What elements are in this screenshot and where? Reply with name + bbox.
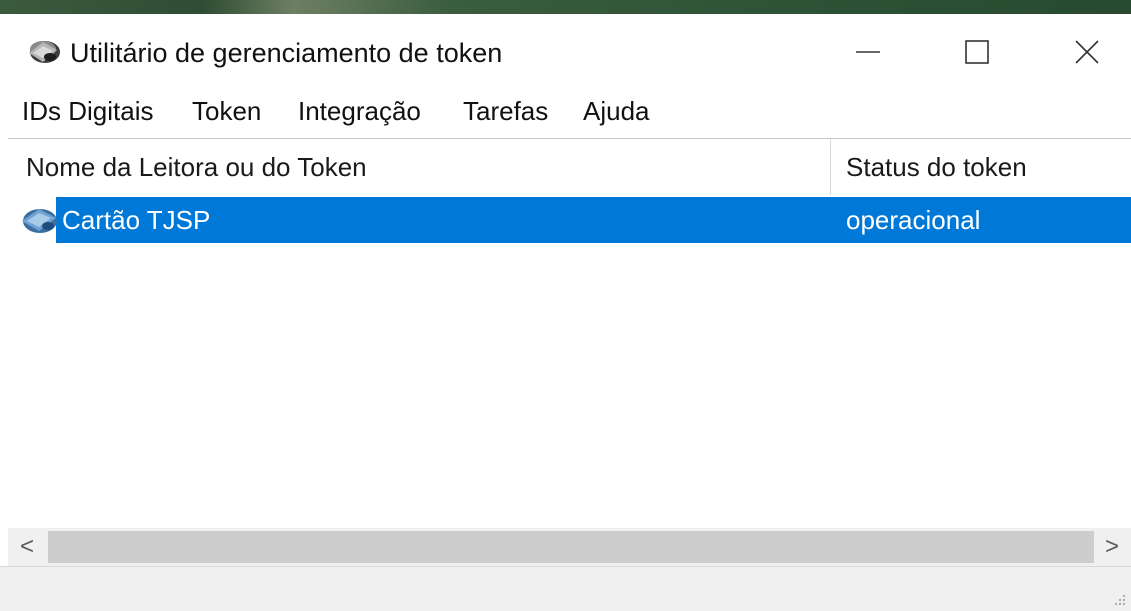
minimize-button[interactable] xyxy=(826,22,910,82)
menu-ids-digitais[interactable]: IDs Digitais xyxy=(22,94,153,129)
window-title: Utilitário de gerenciamento de token xyxy=(70,38,503,68)
resize-grip-icon[interactable] xyxy=(1113,593,1127,607)
token-card-icon xyxy=(22,209,57,233)
menu-bar: IDs Digitais Token Integração Tarefas Aj… xyxy=(0,88,1131,134)
horizontal-scrollbar[interactable]: < > xyxy=(8,528,1131,566)
maximize-button[interactable] xyxy=(935,22,1019,82)
token-status-cell: operacional xyxy=(846,205,981,235)
menu-ajuda[interactable]: Ajuda xyxy=(583,94,650,129)
scroll-thumb[interactable] xyxy=(48,531,1094,563)
list-header: Nome da Leitora ou do Token Status do to… xyxy=(8,139,1131,195)
menu-token[interactable]: Token xyxy=(192,94,261,129)
column-header-status[interactable]: Status do token xyxy=(846,152,1027,183)
token-reader-icon xyxy=(29,41,60,63)
close-icon xyxy=(1075,40,1099,64)
scroll-right-button[interactable]: > xyxy=(1093,528,1131,566)
token-list[interactable]: Nome da Leitora ou do Token Status do to… xyxy=(8,138,1131,529)
token-utility-window: Utilitário de gerenciamento de token IDs… xyxy=(0,0,1131,611)
minimize-icon xyxy=(856,51,880,53)
column-divider[interactable] xyxy=(830,139,831,195)
background-window-edge xyxy=(0,0,1131,14)
column-header-name[interactable]: Nome da Leitora ou do Token xyxy=(26,152,367,183)
scroll-left-button[interactable]: < xyxy=(8,528,46,566)
maximize-icon xyxy=(965,40,989,64)
status-bar xyxy=(0,566,1131,611)
token-name-cell: Cartão TJSP xyxy=(62,205,211,235)
title-bar[interactable]: Utilitário de gerenciamento de token xyxy=(0,14,1131,88)
close-button[interactable] xyxy=(1045,22,1129,82)
table-row[interactable]: Cartão TJSP operacional xyxy=(8,197,1131,243)
menu-tarefas[interactable]: Tarefas xyxy=(463,94,548,129)
menu-integracao[interactable]: Integração xyxy=(298,94,421,129)
